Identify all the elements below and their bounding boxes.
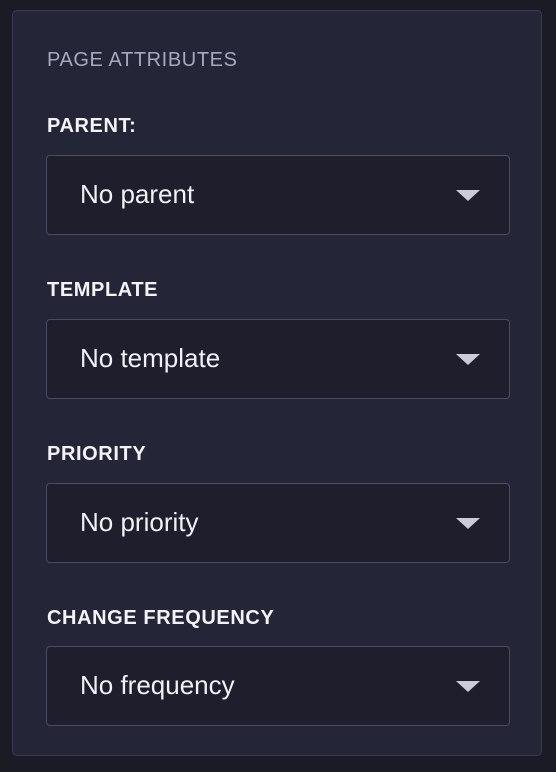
priority-select-value: No priority bbox=[80, 507, 199, 537]
caret-down-icon bbox=[456, 518, 480, 529]
panel-title: PAGE ATTRIBUTES bbox=[47, 49, 238, 71]
template-label: TEMPLATE bbox=[47, 279, 159, 301]
priority-select[interactable]: No priority bbox=[46, 483, 510, 563]
page-attributes-panel: PAGE ATTRIBUTES PARENT: No parent TEMPLA… bbox=[12, 10, 542, 756]
template-select-value: No template bbox=[80, 343, 221, 373]
caret-down-icon bbox=[456, 681, 480, 692]
parent-select[interactable]: No parent bbox=[46, 155, 510, 235]
parent-select-value: No parent bbox=[80, 179, 195, 209]
change-frequency-select[interactable]: No frequency bbox=[46, 646, 510, 726]
caret-down-icon bbox=[456, 354, 480, 365]
parent-label: PARENT: bbox=[47, 115, 137, 137]
change-frequency-label: CHANGE FREQUENCY bbox=[47, 607, 275, 629]
priority-label: PRIORITY bbox=[47, 443, 147, 465]
change-frequency-select-value: No frequency bbox=[80, 670, 235, 700]
template-select[interactable]: No template bbox=[46, 319, 510, 399]
caret-down-icon bbox=[456, 190, 480, 201]
